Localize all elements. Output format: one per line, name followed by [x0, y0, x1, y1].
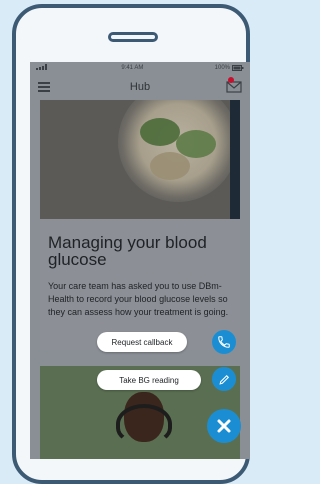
image-edge: [230, 100, 240, 219]
take-bg-reading-button[interactable]: [212, 367, 236, 391]
request-callback-label[interactable]: Request callback: [97, 332, 187, 352]
battery-icon: [232, 65, 244, 71]
app-screen: 9:41 AM 100% Hub Managing your blood glu…: [30, 62, 250, 459]
nav-bar: Hub: [30, 74, 250, 100]
phone-icon: [218, 336, 230, 348]
request-callback-button[interactable]: [212, 330, 236, 354]
greens-shape: [140, 118, 180, 146]
article-text: Your care team has asked you to use DBm-…: [48, 281, 229, 317]
article-card[interactable]: Managing your blood glucose Your care te…: [40, 100, 240, 350]
greens-shape: [176, 130, 216, 158]
page-title: Hub: [129, 81, 151, 93]
take-bg-reading-label[interactable]: Take BG reading: [97, 370, 201, 390]
noodles-shape: [150, 152, 190, 180]
article-image: [40, 100, 240, 219]
battery-indicator: 100%: [215, 65, 244, 71]
close-icon: [217, 419, 231, 433]
status-bar: 9:41 AM 100%: [30, 62, 250, 74]
phone-speaker: [108, 32, 158, 42]
headphones-image: [116, 404, 172, 444]
pencil-icon: [218, 374, 229, 385]
battery-text: 100%: [214, 65, 230, 71]
notification-dot: [228, 77, 234, 83]
signal-icon: [36, 64, 50, 72]
article-title: Managing your blood glucose: [48, 233, 207, 269]
status-time: 9:41 AM: [121, 65, 144, 71]
menu-icon[interactable]: [38, 82, 50, 92]
close-actions-button[interactable]: [207, 409, 241, 443]
